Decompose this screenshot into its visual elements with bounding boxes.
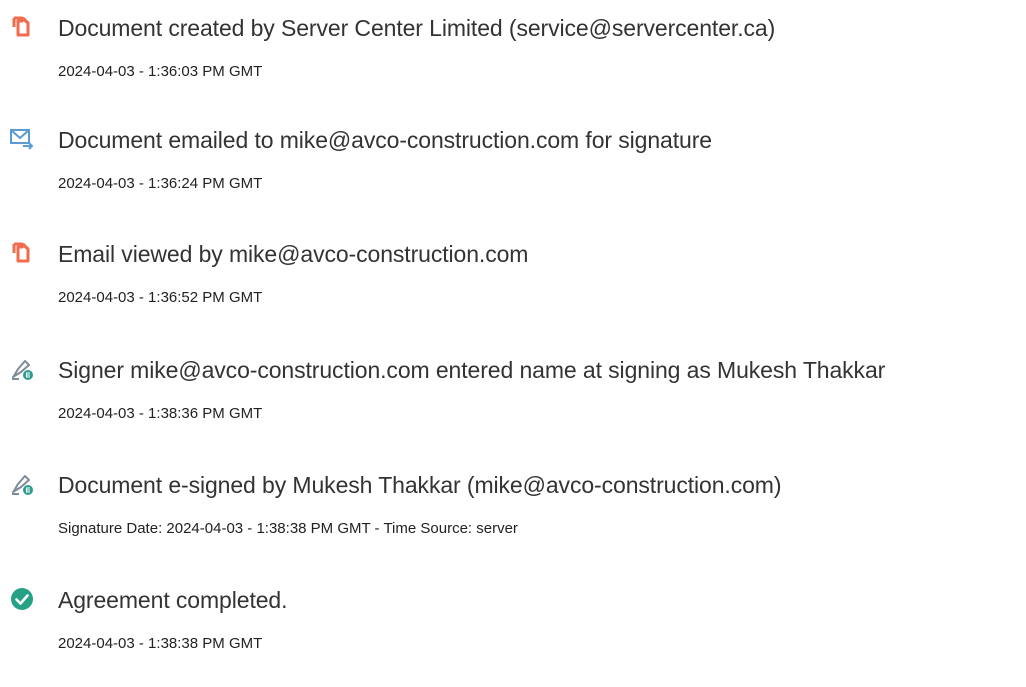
event-timestamp: 2024-04-03 - 1:36:24 PM GMT <box>58 175 263 192</box>
event-timestamp: Signature Date: 2024-04-03 - 1:38:38 PM … <box>58 520 518 537</box>
event-timestamp: 2024-04-03 - 1:36:03 PM GMT <box>58 63 263 80</box>
history-event: Document e-signed by Mukesh Thakkar (mik… <box>0 472 1026 572</box>
email-icon <box>10 127 34 151</box>
history-event: Document emailed to mike@avco-constructi… <box>0 127 1026 227</box>
event-title: Email viewed by mike@avco-construction.c… <box>58 241 529 267</box>
event-timestamp: 2024-04-03 - 1:36:52 PM GMT <box>58 289 263 306</box>
event-title: Document created by Server Center Limite… <box>58 15 776 41</box>
event-title: Document emailed to mike@avco-constructi… <box>58 127 712 153</box>
history-event: Signer mike@avco-construction.com entere… <box>0 357 1026 457</box>
event-title: Agreement completed. <box>58 587 288 613</box>
event-title: Signer mike@avco-construction.com entere… <box>58 357 886 383</box>
history-event: Document created by Server Center Limite… <box>0 15 1026 115</box>
check-circle-icon <box>10 587 34 611</box>
audit-history: Document created by Server Center Limite… <box>0 0 1026 652</box>
event-title: Document e-signed by Mukesh Thakkar (mik… <box>58 472 782 498</box>
event-timestamp: 2024-04-03 - 1:38:36 PM GMT <box>58 405 263 422</box>
document-icon <box>10 241 34 265</box>
history-event: Agreement completed. 2024-04-03 - 1:38:3… <box>0 587 1026 687</box>
signer-icon <box>10 472 34 496</box>
document-icon <box>10 15 34 39</box>
event-timestamp: 2024-04-03 - 1:38:38 PM GMT <box>58 635 263 652</box>
history-event: Email viewed by mike@avco-construction.c… <box>0 241 1026 341</box>
signer-icon <box>10 357 34 381</box>
